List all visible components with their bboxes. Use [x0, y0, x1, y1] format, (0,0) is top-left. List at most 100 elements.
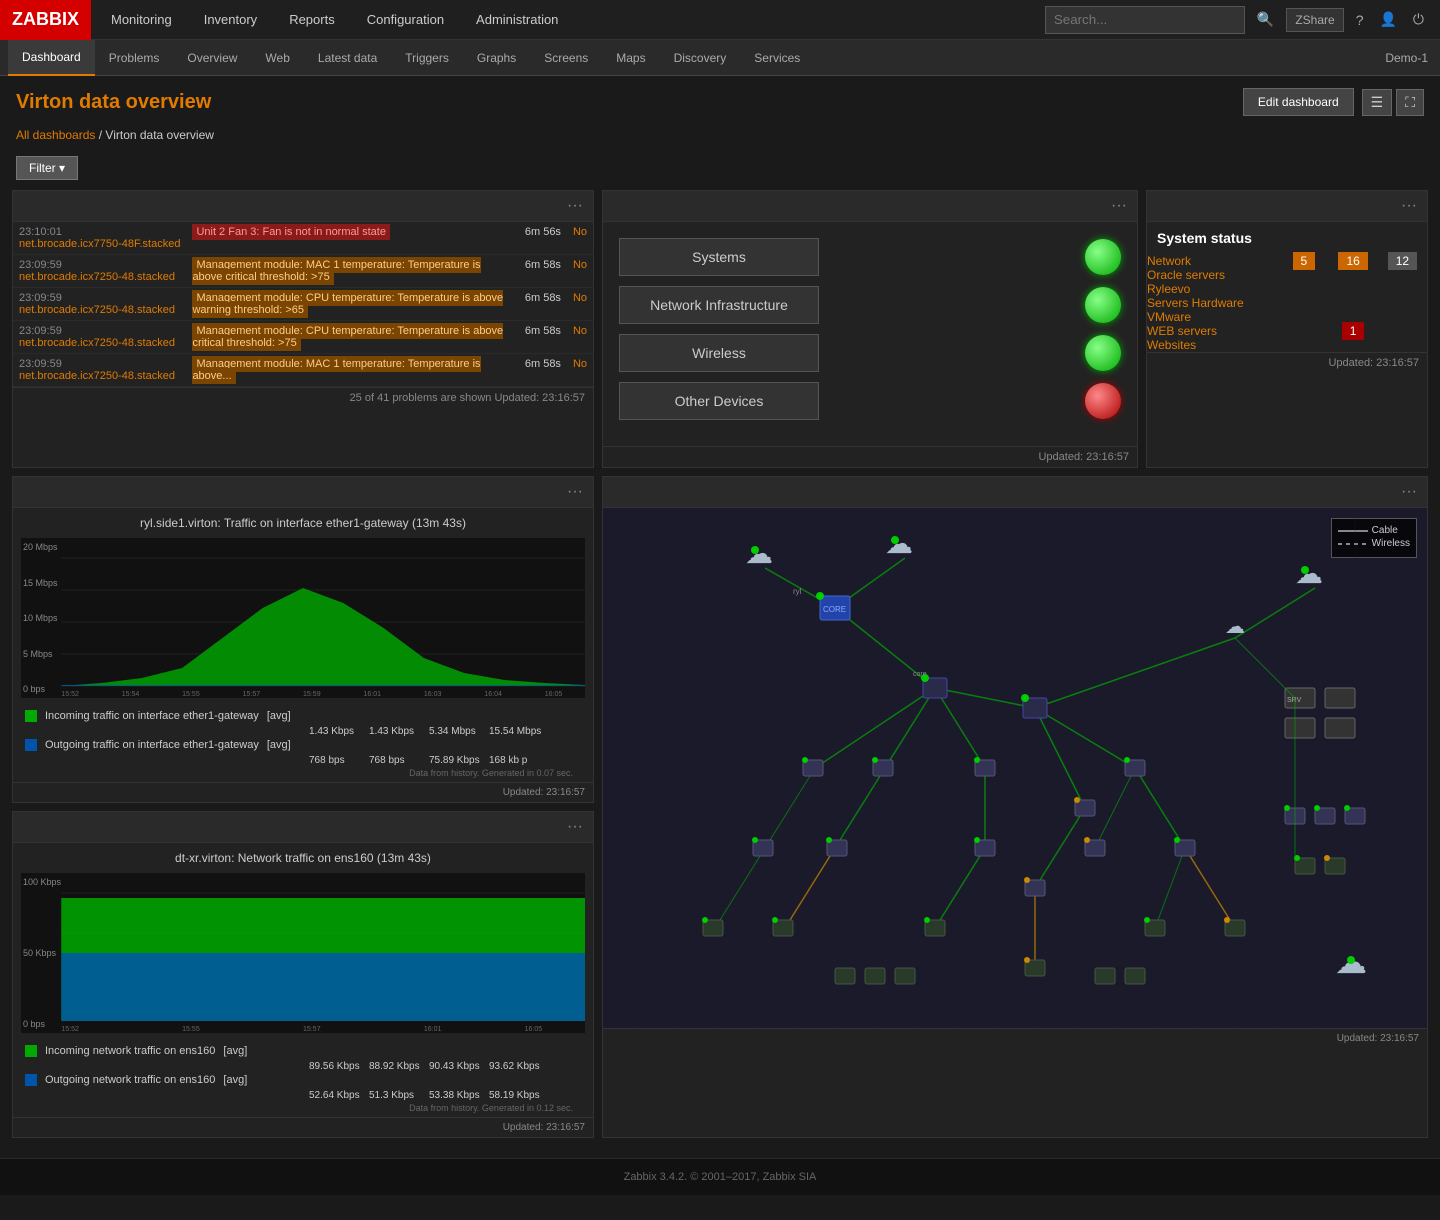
problem-ack: No: [567, 288, 593, 321]
nav-reports[interactable]: Reports: [273, 0, 351, 40]
overview-item-label[interactable]: Network Infrastructure: [619, 286, 819, 324]
chart1-title: ryl.side1.virton: Traffic on interface e…: [13, 508, 593, 538]
status-footer: Updated: 23:16:57: [1147, 352, 1427, 373]
subnav-problems[interactable]: Problems: [95, 40, 174, 76]
status-num: 12: [1378, 254, 1427, 268]
overview-panel-menu[interactable]: ···: [1111, 197, 1127, 215]
problem-host[interactable]: net.brocade.icx7250-48.stacked: [19, 337, 175, 349]
subnav-services[interactable]: Services: [740, 40, 814, 76]
network-map[interactable]: Cable Wireless: [603, 508, 1427, 1028]
outgoing-label: Outgoing traffic on interface ether1-gat…: [45, 739, 259, 751]
map-panel-header: ···: [603, 477, 1427, 508]
incoming-label: Incoming traffic on interface ether1-gat…: [45, 710, 259, 722]
chart2-y-labels: 100 Kbps 50 Kbps 0 bps: [23, 873, 61, 1033]
nav-configuration[interactable]: Configuration: [351, 0, 460, 40]
problem-ack: No: [567, 255, 593, 288]
svg-text:15:55: 15:55: [182, 691, 200, 698]
status-num: [1279, 338, 1427, 352]
subnav-triggers[interactable]: Triggers: [391, 40, 463, 76]
status-item-name[interactable]: VMware: [1147, 310, 1279, 324]
svg-text:ryl: ryl: [793, 587, 802, 596]
svg-text:☁: ☁: [885, 528, 913, 559]
subnav-web[interactable]: Web: [251, 40, 303, 76]
chart1-area: 20 Mbps 15 Mbps 10 Mbps 5 Mbps 0 bps 15:…: [21, 538, 585, 698]
table-row: Network5 16 12: [1147, 254, 1427, 268]
system-status-title: System status: [1147, 222, 1427, 254]
problem-duration: 6m 58s: [519, 255, 567, 288]
edit-dashboard-button[interactable]: Edit dashboard: [1243, 88, 1354, 116]
power-icon[interactable]: ⏻: [1409, 7, 1428, 32]
help-icon[interactable]: ?: [1352, 8, 1368, 32]
table-row: 23:10:01net.brocade.icx7750-48F.stacked …: [13, 222, 593, 255]
chart2-legend: Incoming network traffic on ens160 [avg]…: [13, 1041, 593, 1117]
nav-inventory[interactable]: Inventory: [188, 0, 273, 40]
chart2-title: dt-xr.virton: Network traffic on ens160 …: [13, 843, 593, 873]
zshare-btn[interactable]: ZShare: [1286, 8, 1343, 32]
table-row: 23:09:59net.brocade.icx7250-48.stacked M…: [13, 255, 593, 288]
problem-host[interactable]: net.brocade.icx7250-48.stacked: [19, 271, 175, 283]
subnav-maps[interactable]: Maps: [602, 40, 659, 76]
logo: ZABBIX: [0, 0, 91, 40]
chart1-menu[interactable]: ···: [567, 483, 583, 501]
filter-bar: Filter ▾: [0, 150, 1440, 186]
user-icon[interactable]: 👤: [1375, 7, 1400, 32]
overview-item-label[interactable]: Other Devices: [619, 382, 819, 420]
status-item-name[interactable]: Network: [1147, 254, 1279, 268]
problem-host[interactable]: net.brocade.icx7750-48F.stacked: [19, 238, 180, 250]
breadcrumb-current: Virton data overview: [105, 128, 214, 142]
chart2-outgoing-label: Outgoing network traffic on ens160: [45, 1074, 215, 1086]
subnav-discovery[interactable]: Discovery: [660, 40, 741, 76]
problem-host[interactable]: net.brocade.icx7250-48.stacked: [19, 304, 175, 316]
status-item-name[interactable]: WEB servers: [1147, 324, 1279, 338]
overview-item-label[interactable]: Systems: [619, 238, 819, 276]
chart1-header: ···: [13, 477, 593, 508]
search-input[interactable]: [1045, 6, 1245, 34]
chart2-area: 100 Kbps 50 Kbps 0 bps 15:52 15:55 15:57…: [21, 873, 585, 1033]
nav-monitoring[interactable]: Monitoring: [95, 0, 188, 40]
page-header: Virton data overview Edit dashboard ☰ ⛶: [0, 76, 1440, 128]
chart2-incoming-label: Incoming network traffic on ens160: [45, 1045, 215, 1057]
chart1-svg: 15:52 15:54 15:55 15:57 15:59 16:01 16:0…: [21, 538, 585, 698]
chart1-incoming-stats: 1.43 Kbps 1.43 Kbps 5.34 Mbps 15.54 Mbps: [25, 724, 581, 739]
search-icon[interactable]: 🔍: [1253, 7, 1278, 32]
status-item-name[interactable]: Ryleevo: [1147, 282, 1279, 296]
problem-message: Unit 2 Fan 3: Fan is not in normal state: [186, 222, 518, 255]
map-panel-menu[interactable]: ···: [1401, 483, 1417, 501]
subnav-overview[interactable]: Overview: [173, 40, 251, 76]
problems-panel: ··· 23:10:01net.brocade.icx7750-48F.stac…: [12, 190, 594, 468]
list-item: Wireless: [619, 334, 1121, 372]
problem-duration: 6m 58s: [519, 354, 567, 387]
subnav-dashboard[interactable]: Dashboard: [8, 40, 95, 76]
subnav-latest-data[interactable]: Latest data: [304, 40, 391, 76]
outgoing-legend-box: [25, 739, 37, 751]
fullscreen-button[interactable]: ⛶: [1396, 89, 1424, 116]
problem-host[interactable]: net.brocade.icx7250-48.stacked: [19, 370, 175, 382]
subnav-screens[interactable]: Screens: [530, 40, 602, 76]
nav-administration[interactable]: Administration: [460, 0, 574, 40]
filter-button[interactable]: Filter ▾: [16, 156, 78, 180]
list-item: Network Infrastructure: [619, 286, 1121, 324]
overview-footer: Updated: 23:16:57: [603, 446, 1137, 467]
header-buttons: Edit dashboard ☰ ⛶: [1243, 88, 1424, 116]
status-item-name[interactable]: Oracle servers: [1147, 268, 1279, 282]
problem-ack: No: [567, 354, 593, 387]
map-svg: ☁ ☁ ☁ ☁ CORE: [603, 508, 1427, 1028]
top-nav: ZABBIX Monitoring Inventory Reports Conf…: [0, 0, 1440, 40]
chart1-outgoing-stats: 768 bps 768 bps 75.89 Kbps 168 kb p: [25, 753, 581, 768]
table-row: 23:09:59net.brocade.icx7250-48.stacked M…: [13, 288, 593, 321]
breadcrumb-all-dashboards[interactable]: All dashboards: [16, 128, 95, 142]
incoming-avg: [avg]: [267, 710, 291, 722]
svg-text:16:03: 16:03: [424, 691, 442, 698]
status-panel-menu[interactable]: ···: [1401, 197, 1417, 215]
chart2-menu[interactable]: ···: [567, 818, 583, 836]
svg-text:15:54: 15:54: [122, 691, 140, 698]
status-item-name[interactable]: Websites: [1147, 338, 1279, 352]
list-view-button[interactable]: ☰: [1362, 89, 1393, 116]
chart1-footer: Updated: 23:16:57: [13, 782, 593, 802]
table-row: 23:09:59net.brocade.icx7250-48.stacked M…: [13, 354, 593, 387]
problems-panel-menu[interactable]: ···: [567, 197, 583, 215]
list-item: Other Devices: [619, 382, 1121, 420]
status-item-name[interactable]: Servers Hardware: [1147, 296, 1279, 310]
overview-item-label[interactable]: Wireless: [619, 334, 819, 372]
subnav-graphs[interactable]: Graphs: [463, 40, 530, 76]
